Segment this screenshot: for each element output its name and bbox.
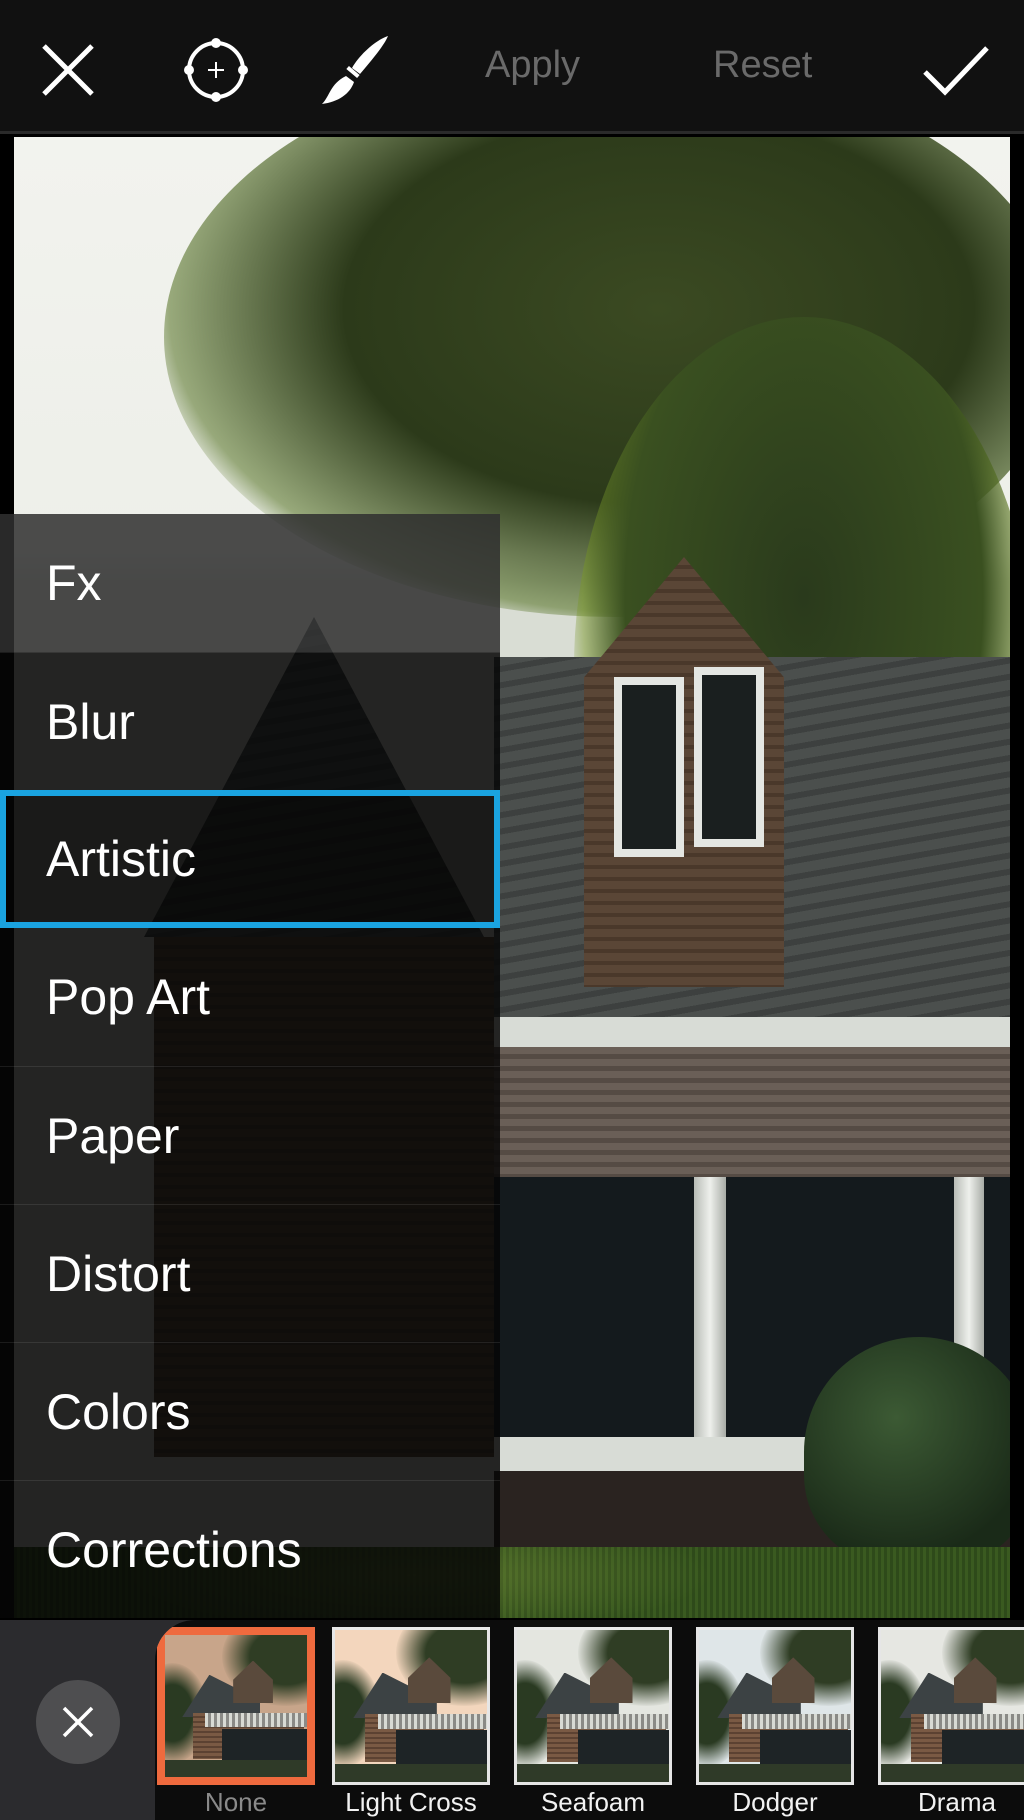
menu-item-label: Distort (46, 1245, 191, 1302)
mini-porch-shape (759, 1730, 851, 1764)
menu-item-paper[interactable]: Paper (0, 1066, 500, 1204)
mini-roof-shape (923, 1713, 1024, 1729)
filter-thumb-label: Drama (917, 1787, 996, 1817)
mini-wall-shape (881, 1763, 1024, 1782)
menu-item-label: Corrections (46, 1521, 302, 1578)
dormer-window-left (614, 677, 684, 857)
paintbrush-icon (322, 36, 388, 104)
menu-item-label: Colors (46, 1383, 191, 1440)
effect-category-menu: Fx Blur Artistic Pop Art Paper Distort C… (0, 514, 500, 1618)
menu-item-distort[interactable]: Distort (0, 1204, 500, 1342)
top-toolbar: Apply Reset (0, 0, 1024, 134)
mini-porch-shape (577, 1730, 669, 1764)
porch-column (694, 1177, 726, 1437)
menu-item-fx[interactable]: Fx (0, 514, 500, 652)
filter-thumb-image (696, 1627, 854, 1785)
filter-thumb-label: None (204, 1787, 268, 1817)
menu-item-artistic[interactable]: Artistic (0, 790, 500, 928)
mini-roof-shape (377, 1713, 487, 1729)
porch-floor (494, 1437, 814, 1471)
menu-item-label: Blur (46, 693, 135, 750)
mini-wall-shape (335, 1763, 487, 1782)
checkmark-icon (923, 46, 989, 96)
confirm-button[interactable] (916, 30, 996, 110)
menu-item-blur[interactable]: Blur (0, 652, 500, 790)
apply-button[interactable]: Apply (485, 44, 580, 87)
filter-thumb[interactable]: Dodger (696, 1627, 854, 1817)
filter-thumb-label: Dodger (732, 1787, 818, 1817)
filter-thumb-image (332, 1627, 490, 1785)
filter-thumb[interactable]: Seafoam (514, 1627, 672, 1817)
filter-thumb-image (157, 1627, 315, 1785)
menu-item-label: Paper (46, 1107, 180, 1164)
close-button[interactable] (28, 30, 108, 110)
mini-roof-shape (204, 1713, 307, 1728)
mini-roof-shape (559, 1713, 669, 1729)
menu-item-label: Pop Art (46, 969, 210, 1025)
menu-item-label: Artistic (46, 831, 196, 887)
mini-porch-shape (941, 1730, 1024, 1764)
close-icon (62, 1706, 94, 1738)
filter-thumb-label: Light Cross (345, 1787, 477, 1817)
mini-porch-shape (221, 1728, 307, 1760)
menu-item-label: Fx (46, 555, 102, 611)
mini-wall-shape (699, 1763, 851, 1782)
menu-item-colors[interactable]: Colors (0, 1342, 500, 1480)
menu-item-pop-art[interactable]: Pop Art (0, 928, 500, 1066)
filter-thumb-image (514, 1627, 672, 1785)
reset-button[interactable]: Reset (713, 44, 812, 87)
mini-wall-shape (517, 1763, 669, 1782)
crosshair-target-icon (184, 38, 248, 102)
target-button[interactable] (176, 30, 256, 110)
mini-roof-shape (741, 1713, 851, 1729)
close-filters-button[interactable] (36, 1680, 120, 1764)
filter-thumbnail-strip[interactable]: None Light Cross Seafoam Dodger Drama (155, 1620, 1024, 1820)
mini-porch-shape (395, 1730, 487, 1764)
filter-thumb[interactable]: Light Cross (332, 1627, 490, 1817)
filter-thumb[interactable]: None (157, 1627, 315, 1817)
porch-roof (494, 1047, 1010, 1177)
brush-button[interactable] (314, 30, 394, 110)
filter-panel: None Light Cross Seafoam Dodger Drama (0, 1620, 1024, 1820)
mini-wall-shape (165, 1759, 307, 1777)
close-icon (42, 44, 94, 96)
filter-thumb-image (878, 1627, 1024, 1785)
dormer-window-right (694, 667, 764, 847)
filter-thumb[interactable]: Drama (878, 1627, 1024, 1817)
filter-thumb-label: Seafoam (540, 1787, 646, 1817)
gutter-trim (494, 1017, 1010, 1047)
menu-item-corrections[interactable]: Corrections (0, 1480, 500, 1618)
